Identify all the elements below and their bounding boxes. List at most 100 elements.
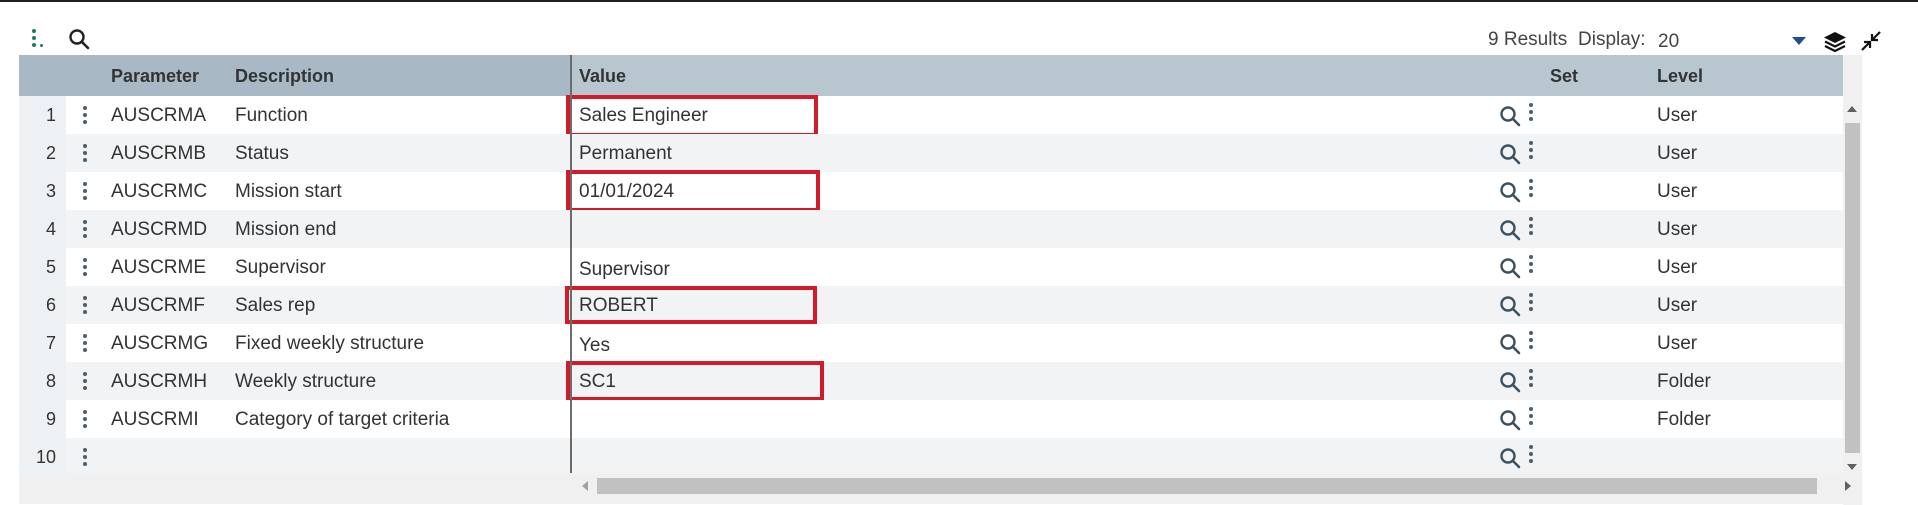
row-number: 4 (45, 219, 56, 239)
level-cell: Folder (1657, 371, 1711, 392)
row-action-menu-icon[interactable] (1528, 217, 1534, 237)
parameter-cell: AUSCRMD (111, 219, 208, 240)
row-menu-icon[interactable] (82, 334, 88, 354)
lookup-search-icon[interactable] (1499, 105, 1521, 127)
row-action-menu-icon[interactable] (1528, 331, 1534, 351)
row-action-menu-icon[interactable] (1528, 179, 1534, 199)
parameter-cell: AUSCRME (111, 257, 207, 278)
row-menu-icon[interactable] (82, 448, 88, 468)
grid-toolbar: 9 Results Display: 20 (0, 2, 1918, 54)
vertical-scroll-thumb[interactable] (1845, 123, 1860, 453)
highlight-box (566, 95, 818, 137)
row-menu-icon[interactable] (82, 372, 88, 392)
scroll-left-arrow-icon[interactable] (582, 481, 588, 491)
row-action-menu-icon[interactable] (1528, 103, 1534, 123)
layers-icon[interactable] (1822, 30, 1848, 54)
level-cell: Folder (1657, 409, 1711, 430)
level-cell: User (1657, 181, 1698, 202)
description-cell: Function (235, 105, 308, 126)
value-cell[interactable]: Yes (579, 335, 610, 357)
lookup-search-icon[interactable] (1499, 409, 1521, 431)
row-action-menu-icon[interactable] (1528, 255, 1534, 275)
description-cell: Supervisor (235, 257, 326, 278)
results-count: 9 Results (1488, 29, 1568, 50)
row-number: 8 (45, 371, 56, 391)
description-cell: Mission end (235, 219, 337, 240)
display-count-select[interactable]: 20 (1658, 31, 1804, 55)
lookup-search-icon[interactable] (1499, 181, 1521, 203)
level-cell: User (1657, 105, 1698, 126)
highlight-box (565, 286, 817, 324)
table-row[interactable]: 6 AUSCRMF Sales rep ROBERT User (19, 286, 1862, 324)
description-cell: Status (235, 143, 289, 164)
level-cell: User (1657, 143, 1698, 164)
table-row[interactable]: 5 AUSCRME Supervisor Supervisor User (19, 248, 1862, 286)
parameters-grid: Parameter Description Value Set Level 1 … (19, 55, 1862, 505)
grid-menu-icon[interactable] (28, 29, 44, 49)
level-cell: User (1657, 333, 1698, 354)
row-action-menu-icon[interactable] (1528, 293, 1534, 313)
value-cell[interactable]: Permanent (579, 143, 672, 165)
row-action-menu-icon[interactable] (1528, 369, 1534, 389)
table-row[interactable]: 8 AUSCRMH Weekly structure SC1 Folder (19, 361, 1862, 401)
lookup-search-icon[interactable] (1499, 333, 1521, 355)
row-number: 1 (45, 105, 56, 125)
display-label: Display: (1578, 29, 1646, 50)
column-header-parameter[interactable]: Parameter (111, 66, 199, 87)
description-cell: Weekly structure (235, 371, 377, 392)
parameter-cell: AUSCRMA (111, 105, 207, 126)
table-row[interactable]: 4 AUSCRMD Mission end User (19, 210, 1862, 248)
lookup-search-icon[interactable] (1499, 257, 1521, 279)
column-header-description[interactable]: Description (235, 66, 334, 87)
parameter-cell: AUSCRMI (111, 409, 199, 430)
collapse-icon[interactable] (1860, 30, 1882, 52)
table-row[interactable]: 1 AUSCRMA Function Sales Engineer User (19, 95, 1862, 137)
row-menu-icon[interactable] (82, 182, 88, 202)
column-header-level[interactable]: Level (1657, 66, 1703, 87)
scroll-down-arrow-icon[interactable] (1847, 464, 1857, 470)
frozen-column-divider[interactable] (570, 55, 572, 473)
scroll-right-arrow-icon[interactable] (1845, 481, 1851, 491)
parameter-cell: AUSCRMH (111, 371, 208, 392)
table-row[interactable]: 7 AUSCRMG Fixed weekly structure Yes Use… (19, 324, 1862, 362)
level-cell: User (1657, 295, 1698, 316)
horizontal-scroll-thumb[interactable] (597, 478, 1817, 494)
row-number: 6 (45, 295, 56, 315)
lookup-search-icon[interactable] (1499, 219, 1521, 241)
row-menu-icon[interactable] (82, 296, 88, 316)
lookup-search-icon[interactable] (1499, 447, 1521, 469)
search-icon[interactable] (68, 28, 90, 50)
vertical-scrollbar[interactable] (1843, 55, 1862, 505)
table-row[interactable]: 2 AUSCRMB Status Permanent User (19, 134, 1862, 172)
row-action-menu-icon[interactable] (1528, 407, 1534, 427)
row-menu-icon[interactable] (82, 144, 88, 164)
lookup-search-icon[interactable] (1499, 295, 1521, 317)
row-menu-icon[interactable] (82, 220, 88, 240)
column-header-set[interactable]: Set (1550, 66, 1578, 87)
row-action-menu-icon[interactable] (1528, 445, 1534, 465)
row-menu-icon[interactable] (82, 258, 88, 278)
table-row[interactable]: 3 AUSCRMC Mission start 01/01/2024 User (19, 170, 1862, 212)
value-cell[interactable]: Supervisor (579, 259, 670, 281)
description-cell: Sales rep (235, 295, 316, 316)
scroll-up-arrow-icon[interactable] (1847, 106, 1857, 112)
table-row[interactable]: 10 (19, 438, 1862, 476)
parameter-cell: AUSCRMF (111, 295, 205, 316)
description-cell: Category of target criteria (235, 409, 450, 430)
chevron-down-icon[interactable] (1792, 37, 1806, 45)
horizontal-scrollbar[interactable] (19, 473, 1862, 504)
table-row[interactable]: 9 AUSCRMI Category of target criteria Fo… (19, 400, 1862, 438)
level-cell: User (1657, 257, 1698, 278)
row-number: 3 (45, 181, 56, 201)
row-number: 10 (35, 447, 56, 467)
highlight-box (566, 361, 824, 401)
lookup-search-icon[interactable] (1499, 371, 1521, 393)
row-number: 7 (45, 333, 56, 353)
row-menu-icon[interactable] (82, 106, 88, 126)
parameter-cell: AUSCRMG (111, 333, 209, 354)
lookup-search-icon[interactable] (1499, 143, 1521, 165)
row-menu-icon[interactable] (82, 410, 88, 430)
row-action-menu-icon[interactable] (1528, 141, 1534, 161)
parameter-cell: AUSCRMB (111, 143, 207, 164)
column-header-value[interactable]: Value (579, 66, 626, 87)
